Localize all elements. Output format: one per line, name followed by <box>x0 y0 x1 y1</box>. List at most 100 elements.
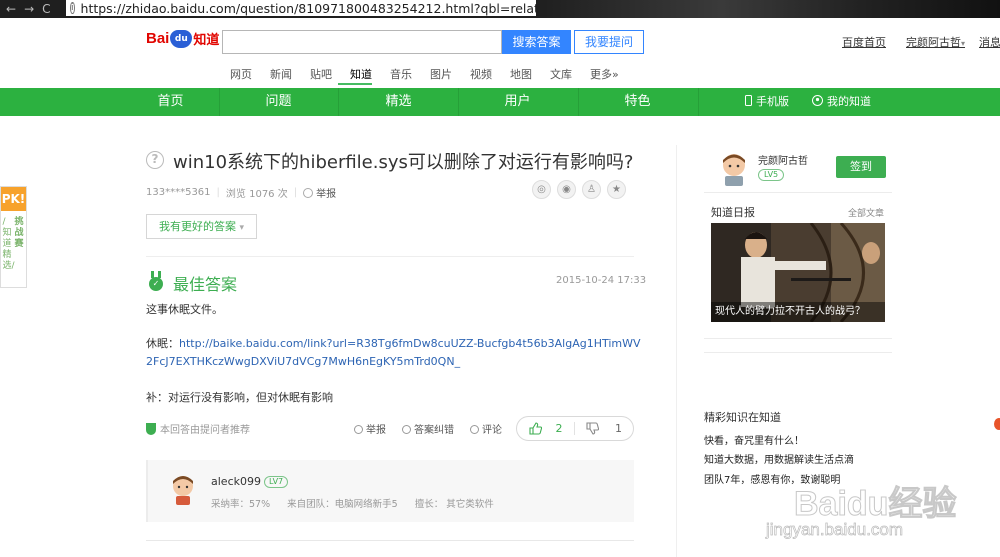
sidebar-level-badge: LV5 <box>758 169 785 181</box>
pk-label: PK! <box>1 187 26 211</box>
cat-music[interactable]: 音乐 <box>390 66 412 82</box>
avatar[interactable] <box>170 474 196 506</box>
medal-icon: ✓ <box>148 271 164 291</box>
search-answer-button[interactable]: 搜索答案 <box>502 30 571 54</box>
correct-answer-link[interactable]: 答案纠错 <box>402 421 454 436</box>
weibo-icon[interactable]: ◉ <box>557 180 576 199</box>
answer-text-line1: 这事休眠文件。 <box>146 303 223 316</box>
nav-featured[interactable]: 精选 <box>339 88 458 116</box>
pk-col-zhidao-jingxuan: /知道精选/ <box>2 217 15 271</box>
answer-link-line1: 休眠：http://baike.baidu.com/link?url=R38Tg… <box>146 335 641 351</box>
nav-home[interactable]: 首页 <box>111 88 230 116</box>
nav-special[interactable]: 特色 <box>578 88 697 116</box>
cat-video[interactable]: 视频 <box>470 66 492 82</box>
active-category-underline <box>338 83 372 85</box>
username-link[interactable]: 完颜阿古哲▾ <box>906 34 965 50</box>
downvote-button[interactable]: 1 <box>575 422 633 435</box>
forward-icon[interactable]: → <box>24 2 34 16</box>
reload-icon[interactable]: C <box>42 2 50 16</box>
star-icon[interactable]: ★ <box>607 180 626 199</box>
tab-strip-background <box>536 0 1000 18</box>
browser-toolbar: ← → C i https://zhidao.baidu.com/questio… <box>0 0 1000 18</box>
report-icon <box>303 188 314 198</box>
knowledge-item[interactable]: 快看，奋咒里有什么！ <box>704 432 804 447</box>
user-icon <box>812 95 823 106</box>
report-label: 举报 <box>316 189 337 200</box>
comment-label: 评论 <box>482 425 502 436</box>
answerer-level-badge: LV7 <box>263 475 289 488</box>
best-answer-label: 最佳答案 <box>173 275 238 294</box>
answerer-name-row: aleck099 LV7 <box>211 475 289 488</box>
asker-name[interactable]: 133****5361 <box>146 187 211 198</box>
cat-tieba[interactable]: 贴吧 <box>310 66 332 82</box>
watermark-url: jingyan.baidu.com <box>766 520 904 540</box>
pk-col-challenge: 挑战赛 <box>14 217 24 249</box>
feedback-dot[interactable] <box>994 418 1000 430</box>
answerer-name[interactable]: aleck099 <box>211 475 261 488</box>
messages-link[interactable]: 消息 <box>979 34 1000 50</box>
main-nav: 首页 问题 精选 用户 特色 手机版 我的知道 <box>0 88 1000 116</box>
browser-nav: ← → C <box>0 2 66 16</box>
nav-mobile-label: 手机版 <box>756 95 789 108</box>
all-articles-link[interactable]: 全部文章 <box>848 206 884 219</box>
phone-icon <box>745 95 752 106</box>
baike-link-cont[interactable]: 2FcJ7EXTHKczWwgDXViU7dVCg7MwH6nEgKY5mTrd… <box>146 355 460 368</box>
divider <box>704 352 892 353</box>
cat-more[interactable]: 更多» <box>590 66 619 82</box>
nav-divider <box>698 88 699 116</box>
cat-web[interactable]: 网页 <box>230 66 252 82</box>
answer-actions: 举报 答案纠错 评论 <box>354 421 518 436</box>
user-avatar[interactable] <box>718 152 750 186</box>
chevron-down-icon: ▾ <box>239 223 245 233</box>
search-input[interactable] <box>222 30 502 54</box>
username-text: 完颜阿古哲 <box>906 36 961 49</box>
knowledge-item[interactable]: 知道大数据，用数据解读生活点滴 <box>704 451 854 466</box>
nav-mobile[interactable]: 手机版 <box>745 88 789 116</box>
wechat-icon[interactable]: ◎ <box>532 180 551 199</box>
answer-text-line3: 补：对运行没有影响，但对休眠有影响 <box>146 391 333 404</box>
cat-wenku[interactable]: 文库 <box>550 66 572 82</box>
column-divider <box>676 145 677 557</box>
daily-article-image[interactable]: 现代人的臂力拉不开古人的战弓？ <box>711 223 885 322</box>
link-prefix: 休眠： <box>146 337 179 350</box>
baidu-zhidao-logo[interactable]: Bai du 知道 <box>146 29 219 48</box>
cat-image[interactable]: 图片 <box>430 66 452 82</box>
nav-questions[interactable]: 问题 <box>219 88 338 116</box>
ask-question-button[interactable]: 我要提问 <box>574 30 644 54</box>
nav-users[interactable]: 用户 <box>458 88 577 116</box>
report-icon <box>354 425 363 434</box>
better-answer-button[interactable]: 我有更好的答案 ▾ <box>146 214 257 239</box>
user-links: 百度首页 完颜阿古哲▾ 消息 私信 <box>842 34 1000 50</box>
back-icon[interactable]: ← <box>6 2 16 16</box>
cat-map[interactable]: 地图 <box>510 66 532 82</box>
report-question-link[interactable]: 举报 <box>303 185 336 200</box>
nav-my-zhidao-label: 我的知道 <box>827 95 871 108</box>
signin-button[interactable]: 签到 <box>836 156 886 178</box>
logo-bai: Bai <box>146 30 170 47</box>
question-title: win10系统下的hiberfile.sys可以删除了对运行有影响吗? <box>173 152 634 173</box>
cat-news[interactable]: 新闻 <box>270 66 292 82</box>
nav-my-zhidao[interactable]: 我的知道 <box>812 88 871 116</box>
cat-zhidao[interactable]: 知道 <box>350 66 372 82</box>
downvote-count: 1 <box>615 422 622 435</box>
pk-text: /知道精选/ 挑战赛 <box>1 211 26 272</box>
thumbs-down-icon <box>586 422 599 435</box>
sidebar-username[interactable]: 完颜阿古哲 <box>758 152 808 167</box>
specialty: 擅长： 其它类软件 <box>414 499 494 510</box>
qq-icon[interactable]: ♙ <box>582 180 601 199</box>
divider <box>704 338 892 339</box>
pk-challenge-badge[interactable]: PK! /知道精选/ 挑战赛 <box>0 186 27 288</box>
logo-zhidao: 知道 <box>193 33 220 48</box>
address-bar[interactable]: i https://zhidao.baidu.com/question/8109… <box>66 0 621 16</box>
info-icon[interactable]: i <box>70 2 75 14</box>
comment-link[interactable]: 评论 <box>470 421 502 436</box>
report-answer-link[interactable]: 举报 <box>354 421 386 436</box>
upvote-button[interactable]: 2 <box>517 422 575 435</box>
team[interactable]: 来自团队：电脑网络新手5 <box>287 499 398 510</box>
logo-du: du <box>170 29 193 48</box>
daily-caption: 现代人的臂力拉不开古人的战弓？ <box>711 302 885 322</box>
category-nav: 网页 新闻 贴吧 知道 音乐 图片 视频 地图 文库 更多» <box>230 66 637 82</box>
watermark-text: Baidu经验 <box>793 485 957 524</box>
baike-link[interactable]: http://baike.baidu.com/link?url=R38Tg6fm… <box>179 337 641 350</box>
baidu-home-link[interactable]: 百度首页 <box>842 34 886 50</box>
